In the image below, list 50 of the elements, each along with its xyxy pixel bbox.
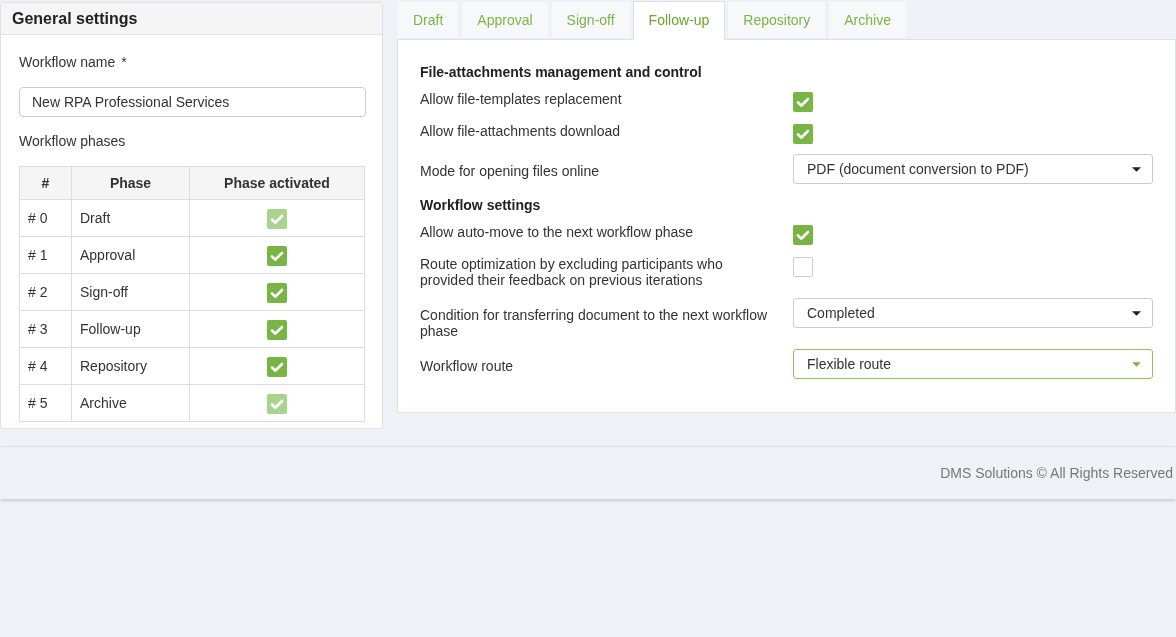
checkbox[interactable]	[793, 225, 813, 245]
section-title: Workflow settings	[420, 196, 542, 213]
setting-label: Allow auto-move to the next workflow phase	[420, 223, 695, 240]
table-cell: # 3	[19, 310, 72, 348]
caret-icon	[1132, 166, 1141, 172]
table-cell: Sign-off	[71, 273, 190, 311]
required-mark: *	[121, 53, 127, 72]
column-header: #	[19, 166, 72, 200]
checkbox[interactable]	[267, 245, 287, 266]
caret-icon	[1132, 310, 1141, 316]
table-cell: # 1	[19, 236, 72, 274]
column-header: Phase	[71, 166, 190, 200]
checkbox[interactable]	[793, 92, 813, 112]
table-cell: # 2	[19, 273, 72, 311]
caret-icon	[1132, 361, 1141, 367]
checkbox[interactable]	[267, 319, 287, 340]
tab[interactable]: Archive	[828, 1, 907, 39]
panel-title: General settings	[12, 8, 138, 29]
table-cell: # 5	[19, 384, 72, 422]
table-cell: Draft	[71, 199, 190, 237]
tab[interactable]: Follow-up	[632, 1, 726, 40]
setting-label: Allow file-templates replacement	[420, 90, 623, 107]
checkbox[interactable]	[793, 124, 813, 144]
table-cell: Repository	[71, 347, 190, 385]
table-cell: Approval	[71, 236, 190, 274]
table-cell: # 0	[19, 199, 72, 237]
tab[interactable]: Draft	[397, 1, 460, 39]
dropdown[interactable]: Completed	[793, 298, 1153, 328]
section-title: File-attachments management and control	[420, 63, 703, 80]
field-label: Workflow phases	[19, 132, 127, 151]
setting-label: Allow file-attachments download	[420, 122, 621, 139]
dropdown[interactable]: PDF (document conversion to PDF)	[793, 154, 1153, 184]
workflow-name-field[interactable]: New RPA Professional Services	[19, 87, 366, 117]
column-header: Phase activated	[189, 166, 365, 200]
setting-label: Route optimization by excluding participants who provided their feedback on previous iterations	[420, 255, 724, 288]
copyright-text: DMS Solutions © All Rights Reserved	[940, 463, 1173, 483]
table-cell: Follow-up	[71, 310, 190, 348]
setting-label: Workflow route	[420, 357, 515, 374]
tab[interactable]: Repository	[727, 1, 827, 39]
checkbox[interactable]	[267, 356, 287, 377]
table-cell: Archive	[71, 384, 190, 422]
dropdown[interactable]: Flexible route	[793, 349, 1153, 379]
checkbox[interactable]	[267, 282, 287, 303]
table-cell: # 4	[19, 347, 72, 385]
setting-label: Mode for opening files online	[420, 162, 600, 179]
checkbox[interactable]	[793, 257, 813, 277]
tab[interactable]: Sign-off	[550, 1, 631, 39]
field-label: Workflow name	[19, 53, 116, 72]
tab[interactable]: Approval	[461, 1, 549, 39]
setting-label: Condition for transferring document to the next workflow phase	[420, 306, 769, 339]
